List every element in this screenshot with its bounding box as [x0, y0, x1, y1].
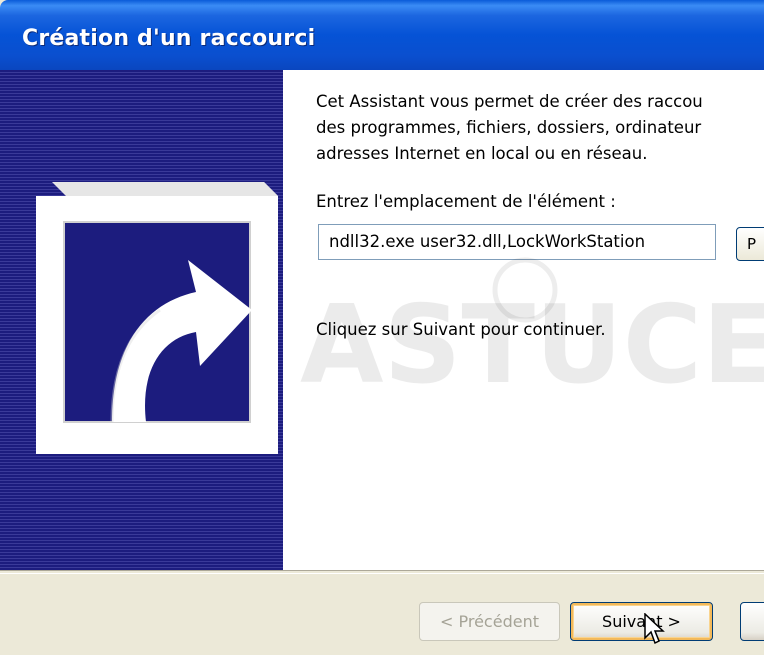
footer-separator [0, 570, 764, 574]
intro-line-3: adresses Internet en local ou en réseau. [316, 144, 648, 163]
location-label: Entrez l'emplacement de l'élément : [316, 192, 616, 211]
next-button[interactable]: Suivant > [570, 602, 713, 641]
mouse-cursor-icon [644, 613, 665, 645]
watermark-text: ASTUCES [300, 283, 764, 408]
shortcut-arrow-icon [36, 182, 278, 454]
browse-button[interactable]: P [736, 227, 764, 261]
continue-hint: Cliquez sur Suivant pour continuer. [316, 320, 606, 339]
cancel-button[interactable] [740, 602, 764, 641]
shortcut-wizard-window: Création d'un raccourci Cet Assistant vo… [0, 0, 764, 655]
intro-line-1: Cet Assistant vous permet de créer des r… [316, 92, 703, 111]
intro-line-2: des programmes, fichiers, dossiers, ordi… [316, 118, 702, 137]
window-title: Création d'un raccourci [22, 26, 316, 51]
wizard-side-panel [0, 70, 283, 570]
previous-button[interactable]: < Précédent [419, 602, 560, 641]
location-input[interactable]: ndll32.exe user32.dll,LockWorkStation [318, 224, 716, 260]
title-bar[interactable]: Création d'un raccourci [0, 0, 764, 70]
wizard-body: Cet Assistant vous permet de créer des r… [0, 70, 764, 570]
